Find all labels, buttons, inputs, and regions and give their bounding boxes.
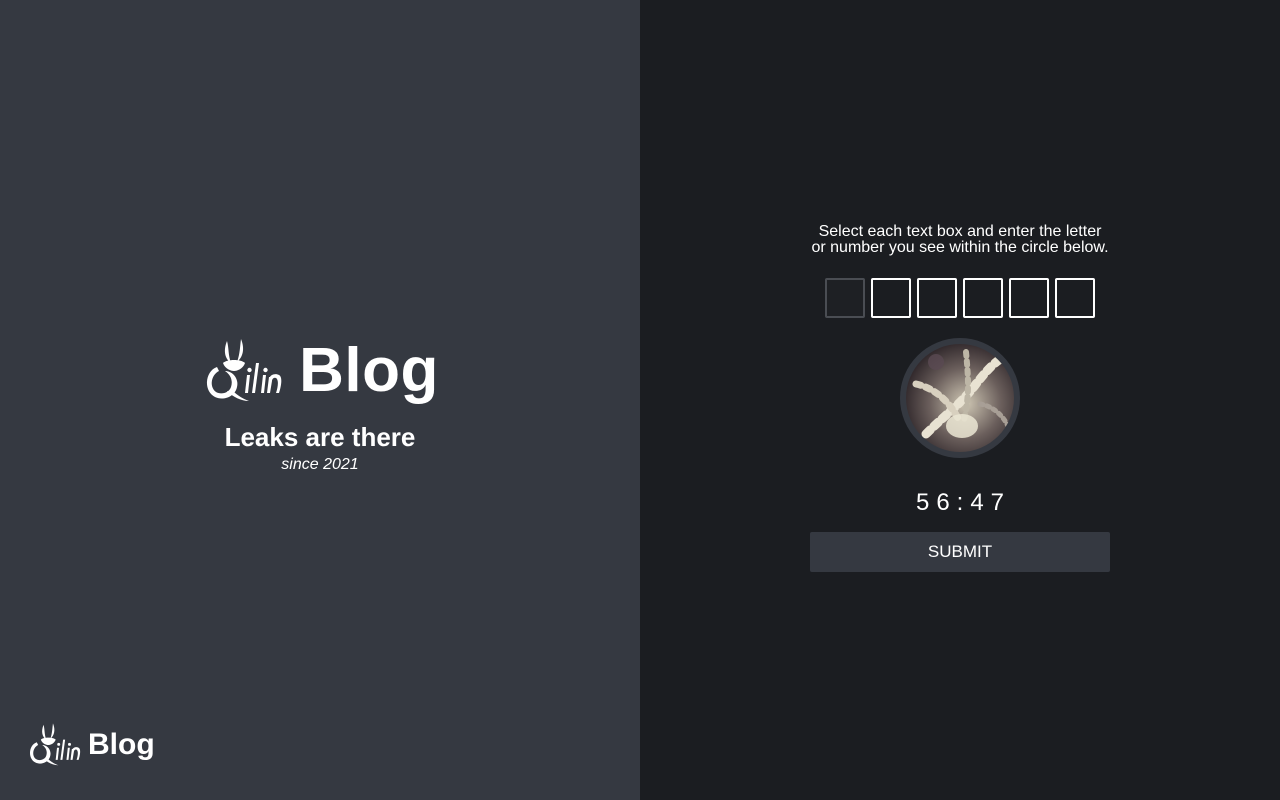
- brand-block: Blog Leaks are there since 2021: [0, 334, 640, 476]
- captcha-input-1[interactable]: [825, 278, 865, 318]
- footer-brand[interactable]: Blog: [26, 722, 155, 768]
- page: Blog Leaks are there since 2021 Blog Sel…: [0, 0, 1280, 800]
- captcha-panel: Select each text box and enter the lette…: [640, 0, 1280, 800]
- captcha-code-boxes: [825, 278, 1095, 318]
- qilin-logo-icon: [207, 339, 282, 401]
- captcha-input-2[interactable]: [871, 278, 911, 318]
- qilin-logo-icon: [30, 723, 81, 766]
- submit-button[interactable]: SUBMIT: [810, 532, 1110, 572]
- brand-title: Blog: [299, 336, 439, 405]
- brand-tagline: Leaks are there: [224, 422, 416, 452]
- captcha-input-4[interactable]: [963, 278, 1003, 318]
- captcha-input-6[interactable]: [1055, 278, 1095, 318]
- brand-panel: Blog Leaks are there since 2021 Blog: [0, 0, 640, 800]
- captcha-image: [906, 344, 1014, 452]
- captcha-input-5[interactable]: [1009, 278, 1049, 318]
- captcha-image-ring: [900, 338, 1020, 458]
- captcha-input-3[interactable]: [917, 278, 957, 318]
- captcha-form: Select each text box and enter the lette…: [810, 224, 1110, 572]
- footer-title: Blog: [88, 728, 155, 761]
- brand-since: since 2021: [281, 456, 359, 473]
- brand-row: Blog: [201, 334, 439, 408]
- captcha-timer: 56:47: [915, 489, 1012, 516]
- captcha-instructions: Select each text box and enter the lette…: [811, 223, 1109, 256]
